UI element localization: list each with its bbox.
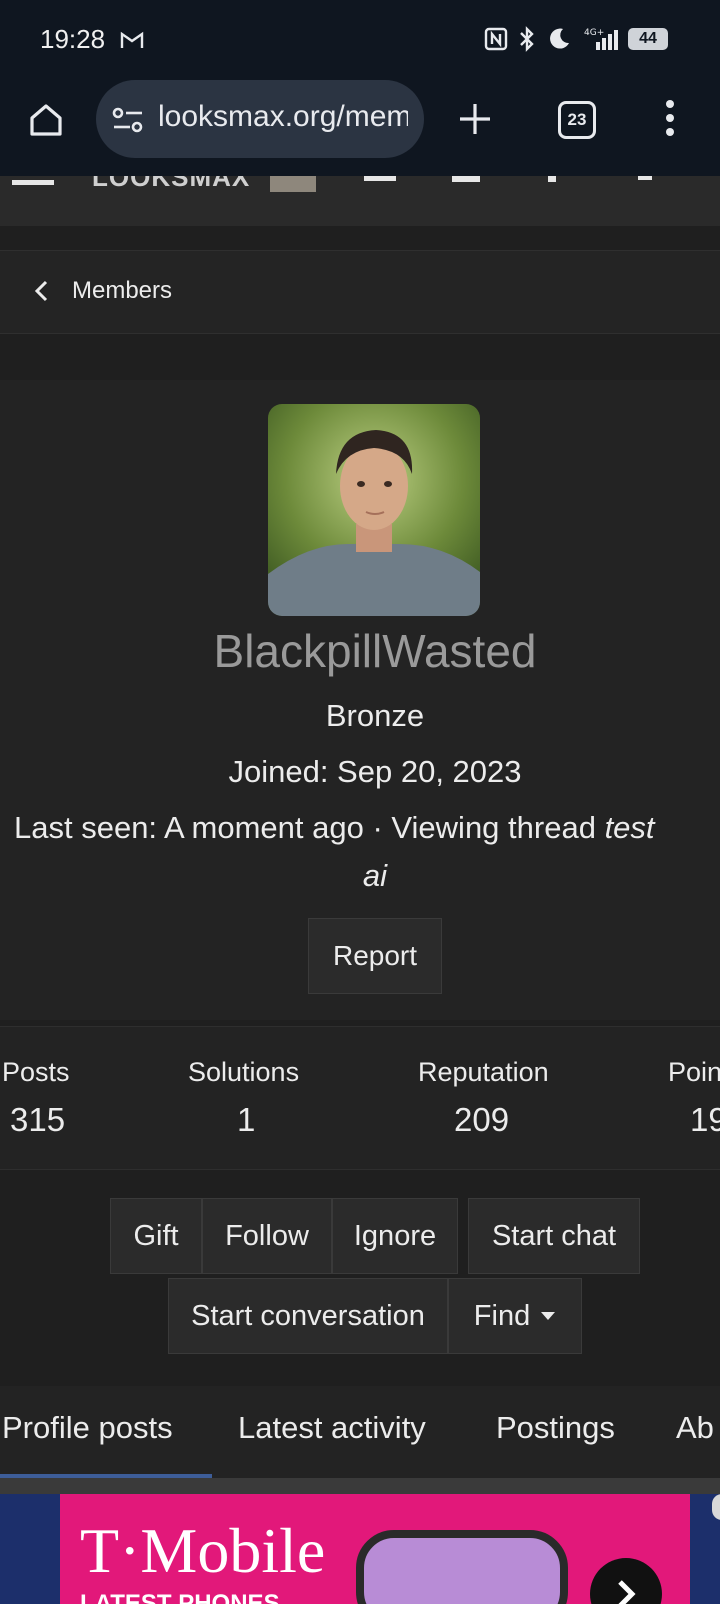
menu-icon[interactable] — [12, 180, 54, 185]
stat-label-reputation: Reputation — [418, 1057, 549, 1087]
signal-icon: 4G+ — [584, 28, 618, 50]
header-banner-image — [270, 176, 316, 192]
ad-subtitle: LATEST PHONES — [80, 1590, 280, 1604]
site-header: LOOKSMAX — [0, 176, 720, 226]
status-bar: 19:28 4G+ 44 — [0, 0, 720, 80]
ad-brand-logo: T·Mobile — [80, 1515, 326, 1586]
tab-switcher-button[interactable]: 23 — [558, 101, 596, 139]
ad-next-arrow-icon[interactable] — [590, 1558, 662, 1604]
gift-button[interactable]: Gift — [110, 1198, 202, 1274]
header-icon-3[interactable] — [548, 176, 556, 182]
breadcrumb-label[interactable]: Members — [72, 277, 172, 305]
start-conversation-button[interactable]: Start conversation — [168, 1278, 448, 1354]
svg-text:4G+: 4G+ — [584, 28, 604, 38]
header-icon-1[interactable] — [364, 176, 396, 181]
profile-tabs: Profile posts Latest activity Postings A… — [0, 1386, 720, 1480]
stat-label-points: Poin — [668, 1057, 720, 1087]
tab-profile-posts[interactable]: Profile posts — [2, 1410, 173, 1446]
bluetooth-icon — [520, 26, 534, 52]
avatar[interactable] — [268, 404, 480, 616]
ignore-button[interactable]: Ignore — [332, 1198, 458, 1274]
chevron-left-icon[interactable] — [32, 279, 52, 303]
header-icon-2[interactable] — [452, 176, 480, 182]
nfc-icon — [484, 27, 508, 51]
stat-value-points[interactable]: 19 — [690, 1101, 720, 1139]
follow-button[interactable]: Follow — [202, 1198, 332, 1274]
user-rank: Bronze — [325, 698, 425, 733]
report-button[interactable]: Report — [308, 918, 442, 994]
profile-header: BlackpillWasted Bronze Joined: Sep 20, 2… — [0, 380, 720, 1020]
new-tab-icon[interactable] — [456, 100, 494, 138]
caret-down-icon — [541, 1312, 556, 1320]
status-icons: 4G+ 44 — [484, 26, 668, 52]
find-label: Find — [473, 1299, 531, 1332]
site-settings-icon[interactable] — [110, 105, 146, 135]
tab-latest-activity[interactable]: Latest activity — [238, 1410, 426, 1446]
username: BlackpillWasted — [213, 625, 537, 677]
last-seen-line: Last seen: A moment ago · Viewing thread… — [14, 810, 720, 850]
stat-value-solutions[interactable]: 1 — [237, 1101, 255, 1139]
thread-link[interactable]: test — [605, 810, 655, 845]
search-icon[interactable] — [638, 176, 652, 180]
site-logo[interactable]: LOOKSMAX — [92, 176, 250, 193]
stat-label-posts: Posts — [2, 1057, 70, 1087]
stat-value-reputation[interactable]: 209 — [454, 1101, 509, 1139]
joined-date: Joined: Sep 20, 2023 — [228, 754, 522, 789]
separator-dot: · — [372, 810, 383, 845]
url-text[interactable]: looksmax.org/members/blackpillwasted — [158, 100, 408, 134]
stat-label-solutions: Solutions — [188, 1057, 300, 1087]
browser-toolbar: looksmax.org/members/blackpillwasted 23 — [0, 80, 720, 178]
start-chat-button[interactable]: Start chat — [468, 1198, 640, 1274]
do-not-disturb-moon-icon — [550, 28, 569, 49]
breadcrumb[interactable]: Members — [0, 250, 720, 334]
find-dropdown-button[interactable]: Find — [448, 1278, 582, 1354]
more-options-icon[interactable] — [660, 98, 680, 138]
last-seen-text: Last seen: A moment ago — [14, 810, 364, 845]
member-stats: Posts 315 Solutions 1 Reputation 209 Poi… — [0, 1026, 720, 1170]
thread-link-continued[interactable]: ai — [0, 858, 720, 894]
activity-text: Viewing thread — [391, 810, 596, 845]
home-icon[interactable] — [26, 100, 66, 140]
battery-indicator: 44 — [628, 28, 668, 50]
advertisement-banner[interactable]: T·Mobile LATEST PHONES — [0, 1494, 720, 1604]
ad-phone-image — [356, 1530, 568, 1604]
stat-value-posts[interactable]: 315 — [10, 1101, 65, 1139]
tab-postings[interactable]: Postings — [496, 1410, 615, 1446]
tabs-divider — [0, 1478, 720, 1494]
address-bar[interactable]: looksmax.org/members/blackpillwasted — [96, 80, 424, 158]
clock: 19:28 — [40, 24, 106, 54]
gmail-icon — [120, 31, 144, 48]
tab-about[interactable]: Ab — [676, 1410, 714, 1446]
ad-info-icon[interactable] — [712, 1494, 720, 1520]
